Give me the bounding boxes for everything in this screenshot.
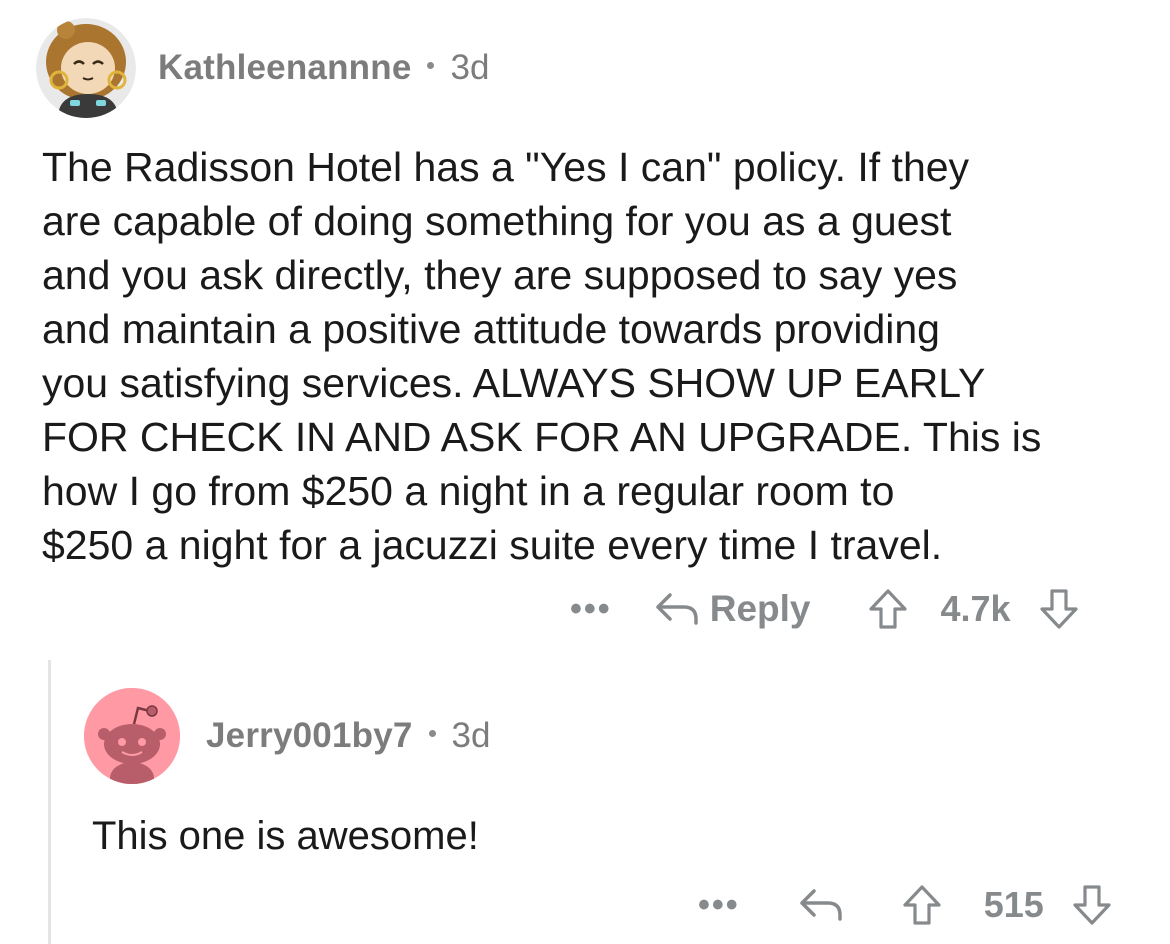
reply-arrow-icon[interactable] xyxy=(798,885,844,925)
separator-dot xyxy=(428,729,436,737)
comment-meta: Kathleenannne 3d xyxy=(158,48,489,88)
reply-button[interactable]: Reply xyxy=(654,588,811,630)
comment-header: Kathleenannne 3d xyxy=(36,18,489,118)
score: 515 xyxy=(983,884,1044,925)
avatar[interactable] xyxy=(36,18,136,118)
reply-actions: ••• 515 xyxy=(698,880,1114,930)
reply-arrow-icon xyxy=(654,589,700,629)
upvote-icon[interactable] xyxy=(900,883,944,927)
upvote-icon[interactable] xyxy=(866,587,910,631)
more-options-button[interactable]: ••• xyxy=(698,886,740,925)
thread-line[interactable] xyxy=(48,660,51,944)
reply-meta: Jerry001by7 3d xyxy=(206,716,490,756)
more-options-button[interactable]: ••• xyxy=(570,590,612,629)
comment-actions: ••• Reply 4.7k xyxy=(570,584,1081,634)
score: 4.7k xyxy=(940,588,1011,629)
separator-dot xyxy=(427,61,435,69)
username[interactable]: Jerry001by7 xyxy=(206,716,413,756)
timestamp: 3d xyxy=(450,48,490,87)
downvote-icon[interactable] xyxy=(1037,587,1081,631)
reply-body: This one is awesome! xyxy=(92,814,479,858)
downvote-icon[interactable] xyxy=(1070,883,1114,927)
reply-label: Reply xyxy=(709,588,811,629)
avatar[interactable] xyxy=(84,688,180,784)
reply-header: Jerry001by7 3d xyxy=(84,688,490,784)
username[interactable]: Kathleenannne xyxy=(158,48,411,88)
comment-body: The Radisson Hotel has a "Yes I can" pol… xyxy=(42,144,1042,568)
timestamp: 3d xyxy=(451,716,491,755)
